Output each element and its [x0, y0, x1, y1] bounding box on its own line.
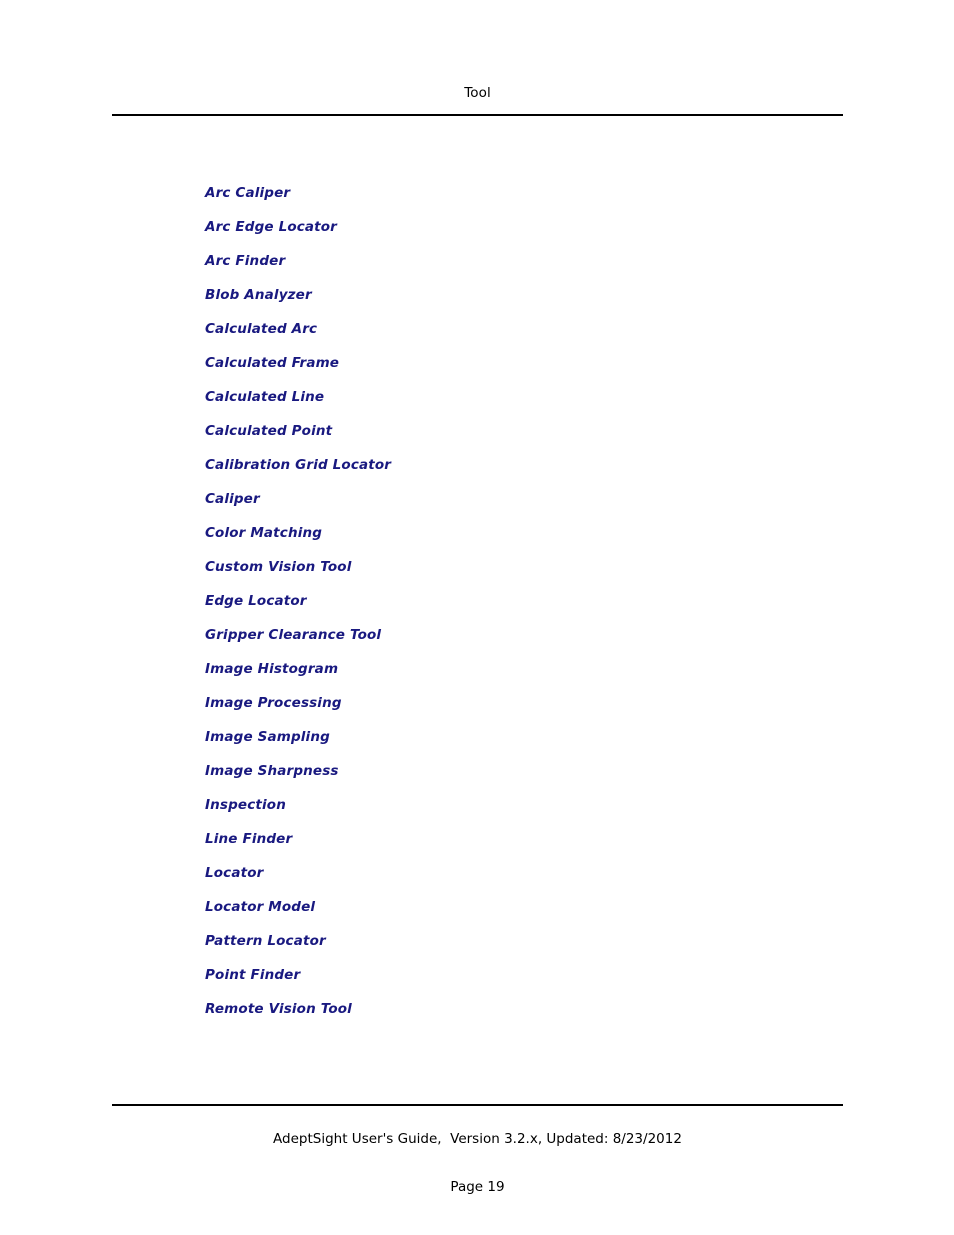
- tool-link[interactable]: Image Sharpness: [205, 763, 339, 780]
- document-page: Tool Arc Caliper Arc Edge Locator Arc Find…: [0, 0, 954, 1235]
- tool-link-list: Arc Caliper Arc Edge Locator Arc Finder Blo…: [205, 183, 805, 1033]
- footer-divider: [112, 1104, 843, 1106]
- list-item: Image Histogram: [205, 659, 805, 693]
- list-item: Calculated Arc: [205, 319, 805, 353]
- tool-link[interactable]: Locator Model: [205, 899, 315, 916]
- tool-link[interactable]: Image Histogram: [205, 661, 338, 678]
- tool-link[interactable]: Color Matching: [205, 525, 322, 542]
- list-item: Image Processing: [205, 693, 805, 727]
- list-item: Remote Vision Tool: [205, 999, 805, 1033]
- tool-link[interactable]: Caliper: [205, 491, 260, 508]
- tool-link[interactable]: Calibration Grid Locator: [205, 457, 391, 474]
- page-footer: AdeptSight User's Guide, Version 3.2.x, …: [112, 1128, 843, 1148]
- list-item: Calibration Grid Locator: [205, 455, 805, 489]
- list-item: Gripper Clearance Tool: [205, 625, 805, 659]
- list-item: Custom Vision Tool: [205, 557, 805, 591]
- page-header: Tool: [112, 82, 843, 102]
- list-item: Pattern Locator: [205, 931, 805, 965]
- tool-link[interactable]: Calculated Frame: [205, 355, 339, 372]
- tool-link[interactable]: Calculated Line: [205, 389, 324, 406]
- tool-link[interactable]: Image Processing: [205, 695, 342, 712]
- list-item: Image Sampling: [205, 727, 805, 761]
- list-item: Calculated Line: [205, 387, 805, 421]
- list-item: Locator Model: [205, 897, 805, 931]
- tool-link[interactable]: Line Finder: [205, 831, 292, 848]
- page-number: Page 19: [450, 1179, 505, 1195]
- list-item: Calculated Frame: [205, 353, 805, 387]
- tool-link[interactable]: Arc Caliper: [205, 185, 290, 202]
- page-header-title: Tool: [464, 85, 491, 101]
- tool-link[interactable]: Remote Vision Tool: [205, 1001, 352, 1018]
- page-number-container: Page 19: [112, 1176, 843, 1196]
- footer-guide-text: AdeptSight User's Guide, Version 3.2.x, …: [273, 1131, 682, 1147]
- list-item: Locator: [205, 863, 805, 897]
- list-item: Calculated Point: [205, 421, 805, 455]
- tool-link[interactable]: Calculated Arc: [205, 321, 317, 338]
- tool-link[interactable]: Gripper Clearance Tool: [205, 627, 381, 644]
- tool-link[interactable]: Edge Locator: [205, 593, 307, 610]
- header-divider: [112, 114, 843, 116]
- tool-link[interactable]: Locator: [205, 865, 263, 882]
- list-item: Arc Edge Locator: [205, 217, 805, 251]
- list-item: Image Sharpness: [205, 761, 805, 795]
- list-item: Edge Locator: [205, 591, 805, 625]
- tool-link[interactable]: Custom Vision Tool: [205, 559, 351, 576]
- tool-link[interactable]: Blob Analyzer: [205, 287, 312, 304]
- list-item: Caliper: [205, 489, 805, 523]
- list-item: Line Finder: [205, 829, 805, 863]
- list-item: Arc Caliper: [205, 183, 805, 217]
- list-item: Inspection: [205, 795, 805, 829]
- tool-link[interactable]: Pattern Locator: [205, 933, 326, 950]
- list-item: Point Finder: [205, 965, 805, 999]
- tool-link[interactable]: Arc Edge Locator: [205, 219, 337, 236]
- tool-link[interactable]: Calculated Point: [205, 423, 332, 440]
- list-item: Color Matching: [205, 523, 805, 557]
- tool-link[interactable]: Arc Finder: [205, 253, 285, 270]
- tool-link[interactable]: Image Sampling: [205, 729, 330, 746]
- tool-link[interactable]: Point Finder: [205, 967, 300, 984]
- list-item: Arc Finder: [205, 251, 805, 285]
- tool-link[interactable]: Inspection: [205, 797, 286, 814]
- list-item: Blob Analyzer: [205, 285, 805, 319]
